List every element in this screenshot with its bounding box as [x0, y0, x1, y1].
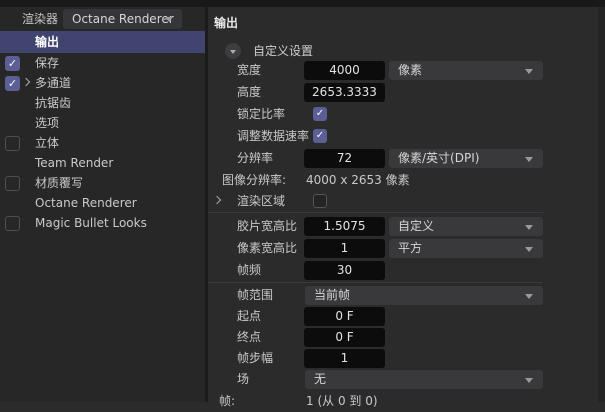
save-checkbox[interactable]: [5, 55, 20, 71]
frame-range-dropdown[interactable]: 当前帧: [305, 286, 543, 305]
image-resolution-label: 图像分辨率:: [222, 173, 287, 187]
renderer-dropdown-value: Octane Renderer: [72, 12, 174, 26]
multipass-checkbox[interactable]: [5, 75, 20, 91]
width-row: 宽度 4000 像素: [208, 59, 598, 81]
frame-rate-label: 帧频: [237, 263, 262, 277]
sidebar-item-label: Octane Renderer: [35, 196, 137, 210]
window-top-strip: [0, 0, 605, 7]
width-input[interactable]: 4000: [304, 60, 385, 80]
sidebar-item-label: 多通道: [35, 76, 72, 90]
lock-ratio-row: 锁定比率: [208, 103, 598, 125]
lock-ratio-label: 锁定比率: [237, 107, 286, 121]
sidebar-item-label: 输出: [35, 35, 60, 49]
frame-range-value: 当前帧: [314, 288, 351, 302]
frame-rate-row: 帧频 30: [208, 259, 598, 281]
chevron-right-icon[interactable]: [212, 195, 222, 205]
chevron-right-icon[interactable]: [21, 77, 31, 87]
material-override-checkbox[interactable]: [5, 175, 20, 191]
film-aspect-input[interactable]: 1.5075: [304, 216, 385, 236]
resolution-unit-value: 像素/英寸(DPI): [398, 150, 480, 165]
renderer-label: 渲染器: [22, 12, 59, 26]
resolution-row: 分辨率 72 像素/英寸(DPI): [208, 147, 598, 169]
film-aspect-preset-value: 自定义: [398, 218, 435, 233]
resolution-input[interactable]: 72: [304, 148, 385, 168]
width-label: 宽度: [237, 63, 262, 77]
renderer-row: 渲染器 Octane Renderer: [0, 7, 205, 31]
render-region-checkbox[interactable]: [313, 194, 327, 208]
output-fields: 宽度 4000 像素 高度 2653.3333 锁定比率 调整数据速率 分辨率 …: [208, 59, 598, 412]
magic-bullet-looks-checkbox[interactable]: [5, 215, 20, 231]
sidebar-item-label: 立体: [35, 136, 60, 150]
adjust-data-rate-row: 调整数据速率: [208, 125, 598, 147]
frame-step-row: 帧步幅 1: [208, 348, 598, 369]
output-settings-panel: 输出 自定义设置 宽度 4000 像素 高度 2653.3333 锁定比率 调整…: [208, 7, 598, 408]
frames-value: 1 (从 0 到 0): [306, 394, 378, 408]
sidebar-item-stereo[interactable]: 立体: [0, 133, 205, 153]
sidebar-item-multipass[interactable]: 多通道: [0, 73, 205, 93]
sidebar-item-label: Magic Bullet Looks: [35, 216, 147, 230]
field-dropdown[interactable]: 无: [305, 370, 543, 389]
sidebar-item-label: 抗锯齿: [35, 96, 72, 110]
pixel-aspect-dropdown[interactable]: 平方: [389, 238, 543, 258]
field-value: 无: [314, 372, 327, 386]
sidebar-item-label: 选项: [35, 116, 60, 130]
sidebar-item-label: 材质覆写: [35, 176, 84, 190]
frame-range-label: 帧范围: [237, 288, 274, 302]
field-label: 场: [237, 372, 250, 386]
width-unit-value: 像素: [398, 62, 423, 77]
sidebar-item-octane-renderer[interactable]: Octane Renderer: [0, 193, 205, 213]
film-aspect-row: 胶片宽高比 1.5075 自定义: [208, 215, 598, 237]
image-resolution-value: 4000 x 2653 像素: [306, 173, 410, 187]
lock-ratio-checkbox[interactable]: [313, 107, 327, 121]
frame-range-row: 帧范围 当前帧: [208, 285, 598, 306]
end-frame-label: 终点: [237, 330, 262, 344]
height-label: 高度: [237, 85, 262, 99]
render-settings-sidebar: 渲染器 Octane Renderer 输出 保存 多通道 抗锯齿 选项 立体: [0, 7, 205, 402]
frame-step-input[interactable]: 1: [304, 349, 385, 368]
settings-category-list: 输出 保存 多通道 抗锯齿 选项 立体 Team Render 材质覆写: [0, 31, 205, 233]
sidebar-item-label: 保存: [35, 56, 60, 70]
sidebar-item-material-override[interactable]: 材质覆写: [0, 173, 205, 193]
frame-step-label: 帧步幅: [237, 351, 274, 365]
sidebar-item-output[interactable]: 输出: [0, 31, 205, 53]
preset-dropdown-button[interactable]: [225, 43, 241, 59]
pixel-aspect-row: 像素宽高比 1 平方: [208, 237, 598, 259]
start-frame-input[interactable]: 0 F: [304, 307, 385, 326]
scrollbar[interactable]: [598, 7, 605, 402]
adjust-data-rate-label: 调整数据速率: [237, 129, 310, 143]
frames-row: 帧: 1 (从 0 到 0): [208, 390, 598, 412]
pixel-aspect-input[interactable]: 1: [304, 238, 385, 258]
frame-rate-input[interactable]: 30: [304, 260, 385, 280]
resolution-unit-dropdown[interactable]: 像素/英寸(DPI): [389, 148, 543, 168]
start-frame-label: 起点: [237, 309, 262, 323]
sidebar-item-options[interactable]: 选项: [0, 113, 205, 133]
end-frame-row: 终点 0 F: [208, 327, 598, 348]
end-frame-input[interactable]: 0 F: [304, 328, 385, 347]
sidebar-item-save[interactable]: 保存: [0, 53, 205, 73]
stereo-checkbox[interactable]: [5, 135, 20, 151]
page-title: 输出: [214, 16, 239, 30]
sidebar-item-magic-bullet-looks[interactable]: Magic Bullet Looks: [0, 213, 205, 233]
field-row: 场 无: [208, 369, 598, 390]
pixel-aspect-label: 像素宽高比: [237, 241, 298, 255]
pixel-aspect-preset-value: 平方: [398, 240, 423, 255]
sidebar-item-label: Team Render: [35, 156, 114, 170]
sidebar-item-antialiasing[interactable]: 抗锯齿: [0, 93, 205, 113]
sidebar-item-team-render[interactable]: Team Render: [0, 153, 205, 173]
resolution-label: 分辨率: [237, 151, 274, 165]
image-resolution-row: 图像分辨率: 4000 x 2653 像素: [208, 169, 598, 191]
render-region-label: 渲染区域: [237, 194, 286, 208]
render-region-row: 渲染区域: [208, 191, 598, 211]
height-row: 高度 2653.3333: [208, 81, 598, 103]
frames-label: 帧:: [219, 394, 236, 408]
renderer-dropdown[interactable]: Octane Renderer: [63, 9, 182, 29]
start-frame-row: 起点 0 F: [208, 306, 598, 327]
height-input[interactable]: 2653.3333: [304, 82, 385, 102]
film-aspect-dropdown[interactable]: 自定义: [389, 216, 543, 236]
film-aspect-label: 胶片宽高比: [237, 219, 298, 233]
adjust-data-rate-checkbox[interactable]: [313, 129, 327, 143]
width-unit-dropdown[interactable]: 像素: [389, 60, 543, 80]
